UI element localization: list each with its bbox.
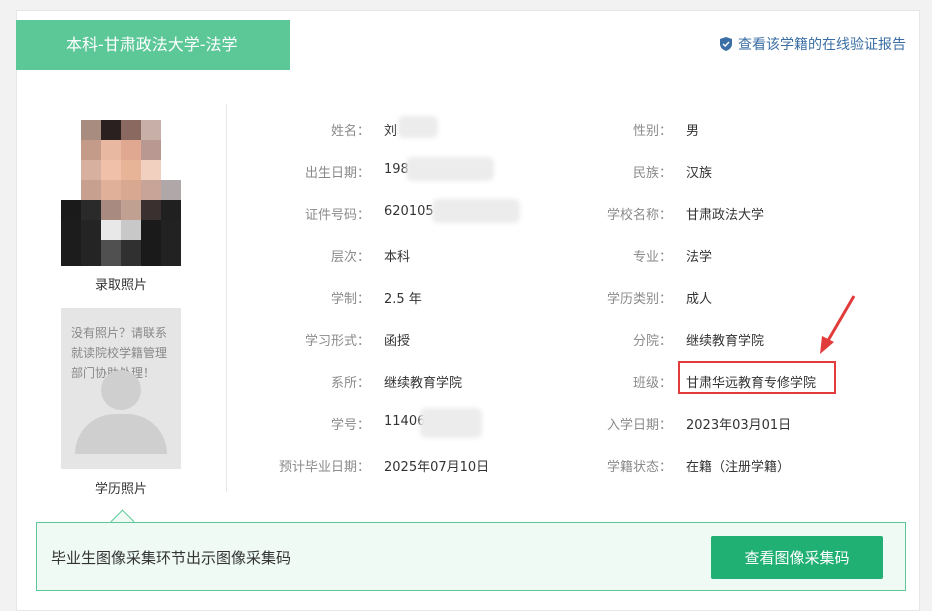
field-label-ethnicity: 民族：	[632, 166, 672, 181]
field-value-duration: 2.5 年	[384, 292, 422, 307]
record-title-tab: 本科-甘肃政法大学-法学	[16, 20, 290, 70]
class-highlight-box	[678, 361, 836, 394]
field-label-student-number: 学号：	[330, 418, 370, 433]
education-photo-caption: 学历照片	[94, 482, 147, 497]
field-label-level: 层次：	[330, 250, 370, 265]
verify-report-label: 查看该学籍的在线验证报告	[738, 37, 906, 53]
field-value-ethnicity: 汉族	[686, 166, 713, 181]
redaction-blur	[398, 116, 438, 138]
redaction-blur	[420, 408, 482, 438]
field-value-enrollment-date: 2023年03月01日	[686, 418, 792, 433]
field-label-duration: 学制：	[330, 292, 370, 307]
shield-icon	[720, 37, 732, 51]
redaction-blur	[432, 199, 520, 223]
field-label-study-form: 学习形式：	[304, 334, 370, 349]
divider	[226, 104, 227, 492]
field-value-major: 法学	[686, 250, 713, 265]
pixelated-photo-image	[61, 120, 181, 266]
field-label-class: 班级：	[632, 376, 672, 391]
field-label-enrollment-date: 入学日期：	[606, 418, 672, 433]
education-photo-placeholder: 没有照片？请联系就读院校学籍管理部门协助处理！	[61, 308, 181, 469]
view-image-code-button[interactable]: 查看图像采集码	[711, 536, 883, 579]
field-value-expected-graduation: 2025年07月10日	[384, 460, 490, 475]
field-label-branch: 分院：	[632, 334, 672, 349]
field-label-id-number: 证件号码：	[304, 208, 370, 223]
field-label-department: 系所：	[330, 376, 370, 391]
field-value-school: 甘肃政法大学	[686, 208, 765, 223]
image-code-notice: 毕业生图像采集环节出示图像采集码	[51, 549, 292, 567]
field-label-major: 专业：	[632, 250, 672, 265]
field-label-education-type: 学历类别：	[606, 292, 672, 307]
field-value-status: 在籍（注册学籍）	[686, 460, 791, 475]
field-value-gender: 男	[686, 124, 700, 139]
field-label-status: 学籍状态：	[606, 460, 672, 475]
field-label-birthdate: 出生日期：	[304, 166, 370, 181]
field-value-id-number: 620105	[384, 204, 434, 219]
image-code-banner: 毕业生图像采集环节出示图像采集码 查看图像采集码	[36, 522, 906, 591]
field-label-expected-graduation: 预计毕业日期：	[278, 460, 370, 475]
avatar-placeholder-body	[75, 414, 167, 454]
field-value-branch: 继续教育学院	[686, 334, 765, 349]
avatar-placeholder-icon	[101, 370, 141, 410]
red-arrow-annotation	[820, 295, 856, 354]
admission-photo	[61, 120, 181, 266]
admission-photo-caption: 录取照片	[94, 278, 147, 293]
field-value-name: 刘	[384, 124, 398, 139]
field-label-school: 学校名称：	[606, 208, 672, 223]
field-value-department: 继续教育学院	[384, 376, 463, 391]
field-value-level: 本科	[384, 250, 411, 265]
verify-report-link[interactable]: 查看该学籍的在线验证报告	[720, 34, 906, 54]
field-value-education-type: 成人	[686, 292, 713, 307]
field-label-name: 姓名：	[330, 124, 370, 139]
redaction-blur	[406, 157, 494, 181]
field-value-study-form: 函授	[384, 334, 411, 349]
field-label-gender: 性别：	[632, 124, 672, 139]
